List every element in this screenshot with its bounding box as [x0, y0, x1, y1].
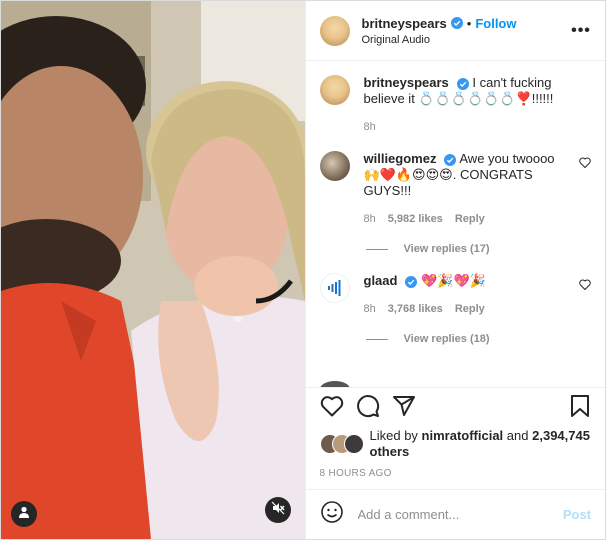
liker-avatars[interactable]	[319, 434, 364, 454]
post-actions: Liked by nimratofficial and 2,394,745 ot…	[305, 387, 605, 489]
comment-item: williegomez Awe you twoooo 🙌❤️🔥😍😍😍. CONG…	[319, 151, 592, 227]
verified-badge-icon	[456, 77, 469, 90]
reply-button[interactable]: Reply	[455, 211, 485, 227]
comment-item: glaad 💖🎉💖🎉 8h 3,768 likes Reply	[319, 273, 592, 317]
comment-time[interactable]: 8h	[364, 211, 376, 227]
post-modal: britneyspears • Follow Original Audio ••…	[0, 0, 606, 540]
glaad-logo-icon	[327, 280, 340, 296]
avatar[interactable]	[319, 75, 350, 105]
avatar[interactable]	[319, 15, 350, 46]
comment-author[interactable]: williegomez	[364, 151, 437, 166]
avatar[interactable]	[319, 273, 350, 303]
heart-icon	[579, 279, 591, 290]
separator-dot: •	[466, 15, 472, 31]
post-timestamp[interactable]: 8 HOURS AGO	[320, 468, 592, 489]
like-button[interactable]	[320, 395, 344, 422]
comment-text: 💖🎉💖🎉	[421, 273, 486, 288]
likes-prefix: Liked by	[369, 428, 418, 443]
comment-likes[interactable]: 3,768 likes	[388, 301, 443, 317]
user-tag-icon	[17, 505, 31, 524]
view-replies-button[interactable]: View replies (18)	[365, 333, 592, 345]
muted-speaker-icon	[271, 501, 285, 520]
comment-likes[interactable]: 5,982 likes	[388, 211, 443, 227]
share-button[interactable]	[392, 394, 416, 423]
view-replies-label: View replies (17)	[403, 243, 490, 255]
avatar[interactable]	[319, 381, 350, 387]
verified-badge-icon	[450, 17, 463, 29]
likes-summary: Liked by nimratofficial and 2,394,745 ot…	[319, 428, 592, 460]
liker-username[interactable]: nimratofficial	[422, 428, 504, 443]
mute-button[interactable]	[264, 497, 291, 523]
heart-icon	[320, 395, 343, 416]
follow-button[interactable]: Follow	[475, 16, 516, 31]
post-sidebar: britneyspears • Follow Original Audio ••…	[304, 1, 606, 539]
audio-link[interactable]: Original Audio	[362, 34, 572, 46]
like-comment-button[interactable]	[569, 151, 591, 227]
video-frame	[1, 1, 305, 539]
video-player[interactable]	[1, 1, 305, 539]
view-replies-button[interactable]: View replies (17)	[365, 243, 592, 255]
comment-icon	[356, 394, 379, 417]
replies-divider	[365, 338, 388, 340]
comment-time[interactable]: 8h	[364, 301, 376, 317]
verified-badge-icon	[405, 275, 418, 288]
post-header: britneyspears • Follow Original Audio ••…	[305, 1, 605, 61]
tag-button[interactable]	[11, 501, 37, 527]
caption: britneyspears I can't fucking believe it…	[319, 75, 592, 135]
reply-button[interactable]: Reply	[455, 301, 485, 317]
avatar[interactable]	[319, 151, 350, 181]
emoji-icon	[320, 501, 343, 523]
share-icon	[392, 395, 415, 416]
save-button[interactable]	[569, 394, 591, 423]
verified-badge-icon	[444, 153, 457, 166]
comment-button[interactable]	[356, 394, 380, 423]
caption-author[interactable]: britneyspears	[364, 75, 449, 90]
post-author[interactable]: britneyspears	[362, 16, 447, 31]
replies-divider	[365, 248, 388, 250]
comment-composer: Post	[305, 489, 605, 539]
bookmark-icon	[571, 394, 589, 417]
comment-input[interactable]	[355, 506, 563, 523]
comments-list[interactable]: britneyspears I can't fucking believe it…	[306, 61, 606, 387]
heart-icon	[579, 157, 591, 168]
post-comment-button[interactable]: Post	[563, 507, 591, 522]
emoji-button[interactable]	[320, 500, 344, 529]
caption-time[interactable]: 8h	[364, 119, 376, 135]
like-comment-button[interactable]	[569, 273, 591, 317]
likes-and: and	[506, 428, 529, 443]
view-replies-label: View replies (18)	[403, 333, 490, 345]
more-options-button[interactable]: •••	[571, 22, 591, 40]
comment-author[interactable]: glaad	[364, 273, 398, 288]
